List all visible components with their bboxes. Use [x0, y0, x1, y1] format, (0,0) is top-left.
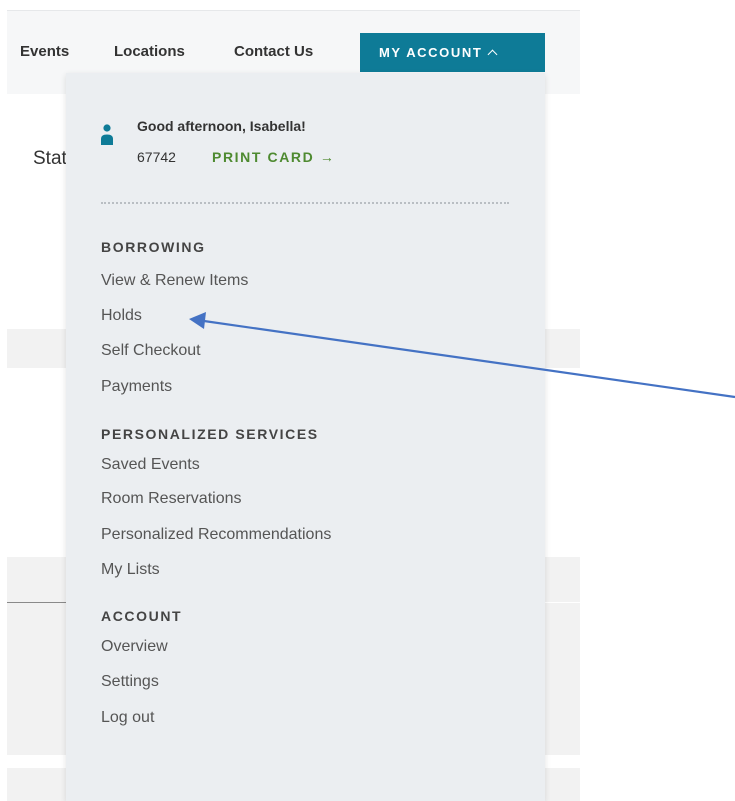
menu-item-payments[interactable]: Payments — [101, 377, 172, 397]
menu-item-saved-events[interactable]: Saved Events — [101, 455, 200, 475]
section-heading-personalized-services: PERSONALIZED SERVICES — [101, 426, 319, 442]
menu-item-overview[interactable]: Overview — [101, 637, 168, 657]
my-account-button[interactable]: MY ACCOUNT — [360, 33, 545, 72]
user-icon — [101, 124, 113, 145]
menu-item-holds[interactable]: Holds — [101, 306, 142, 326]
page-section-heading: Stat — [33, 148, 67, 169]
chevron-up-icon — [487, 49, 498, 60]
nav-link-events[interactable]: Events — [20, 43, 69, 61]
section-heading-borrowing: BORROWING — [101, 239, 206, 255]
greeting-text: Good afternoon, Isabella! — [137, 118, 306, 134]
nav-link-contact-us[interactable]: Contact Us — [234, 43, 313, 61]
page-divider-line — [7, 602, 67, 603]
library-card-number: 67742 — [137, 149, 176, 165]
menu-item-settings[interactable]: Settings — [101, 672, 159, 692]
menu-dotted-divider — [101, 202, 509, 204]
print-card-link[interactable]: PRINT CARD → — [212, 148, 335, 166]
menu-item-my-lists[interactable]: My Lists — [101, 560, 160, 580]
menu-item-self-checkout[interactable]: Self Checkout — [101, 341, 201, 361]
menu-item-personalized-recommendations[interactable]: Personalized Recommendations — [101, 525, 331, 545]
menu-item-log-out[interactable]: Log out — [101, 708, 154, 728]
nav-link-locations[interactable]: Locations — [114, 43, 185, 61]
menu-item-room-reservations[interactable]: Room Reservations — [101, 489, 242, 509]
menu-item-view-renew-items[interactable]: View & Renew Items — [101, 271, 248, 291]
section-heading-account: ACCOUNT — [101, 608, 183, 624]
my-account-label: MY ACCOUNT — [379, 45, 483, 60]
